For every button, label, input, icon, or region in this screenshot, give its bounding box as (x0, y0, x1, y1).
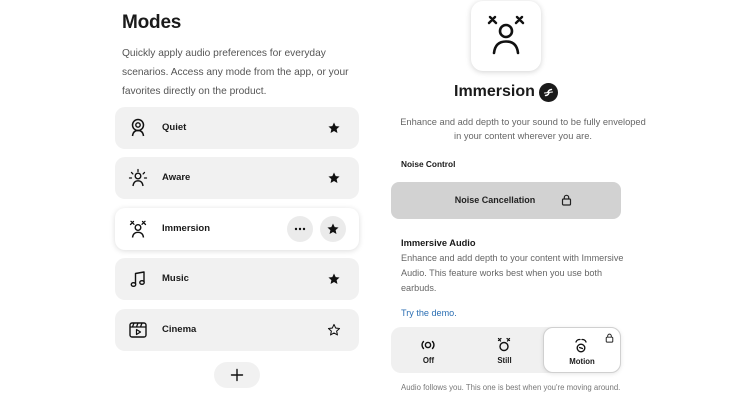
aware-icon (128, 168, 148, 187)
favorite-button[interactable] (320, 216, 346, 242)
mode-description: Enhance and add depth to your sound to b… (400, 117, 646, 141)
mode-label: Immersion (162, 223, 211, 234)
ellipsis-icon (294, 227, 306, 231)
mode-item-music[interactable]: Music (115, 258, 359, 300)
star-filled-icon[interactable] (327, 171, 341, 185)
plus-icon (230, 368, 244, 382)
mode-label: Aware (162, 172, 191, 183)
mode-label: Cinema (162, 324, 197, 335)
immersive-audio-description: Enhance and add depth to your content wi… (401, 253, 624, 293)
immersive-audio-badge-icon (539, 83, 558, 102)
noise-cancellation-button[interactable]: Noise Cancellation (391, 182, 621, 219)
music-note-icon (130, 271, 145, 287)
mode-label: Music (162, 273, 189, 284)
still-icon (497, 337, 511, 352)
modes-panel: Modes Quickly apply audio preferences fo… (0, 0, 370, 416)
immersive-audio-segmented-control: Off Still Motion (391, 327, 621, 373)
page-title: Modes (122, 12, 182, 33)
immersion-icon (487, 15, 525, 55)
try-demo-link[interactable]: Try the demo. (401, 308, 457, 318)
noise-control-label: Noise Control (401, 159, 456, 169)
mode-item-cinema[interactable]: Cinema (115, 309, 359, 351)
more-options-button[interactable] (287, 216, 313, 242)
modes-description: Quickly apply audio preferences for ever… (122, 48, 349, 97)
lock-icon (561, 194, 572, 206)
mode-item-immersion[interactable]: Immersion (115, 208, 359, 250)
segment-label: Still (497, 356, 512, 365)
segment-motion[interactable]: Motion (543, 327, 621, 373)
segment-label: Motion (569, 357, 595, 366)
mode-title: Immersion (454, 83, 535, 100)
off-icon (421, 340, 435, 350)
mode-label: Quiet (162, 122, 187, 133)
star-filled-icon[interactable] (327, 121, 341, 135)
mode-detail-panel: Immersion Enhance and add depth to your … (370, 0, 740, 416)
mode-hero-card (471, 1, 541, 71)
star-filled-icon[interactable] (327, 272, 341, 286)
cinema-icon (129, 322, 147, 338)
star-outline-icon[interactable] (327, 323, 341, 337)
mode-item-aware[interactable]: Aware (115, 157, 359, 199)
immersive-audio-title: Immersive Audio (401, 238, 476, 248)
quiet-icon (131, 118, 145, 137)
lock-icon (605, 333, 614, 343)
immersion-icon (129, 220, 147, 238)
star-filled-icon (327, 223, 339, 234)
motion-icon (575, 338, 587, 353)
motion-description: Audio follows you. This one is best when… (401, 383, 621, 392)
mode-item-quiet[interactable]: Quiet (115, 107, 359, 149)
segment-label: Off (422, 356, 435, 365)
add-mode-button[interactable] (214, 362, 260, 388)
segment-still[interactable]: Still (467, 327, 542, 373)
segment-off[interactable]: Off (391, 327, 466, 373)
